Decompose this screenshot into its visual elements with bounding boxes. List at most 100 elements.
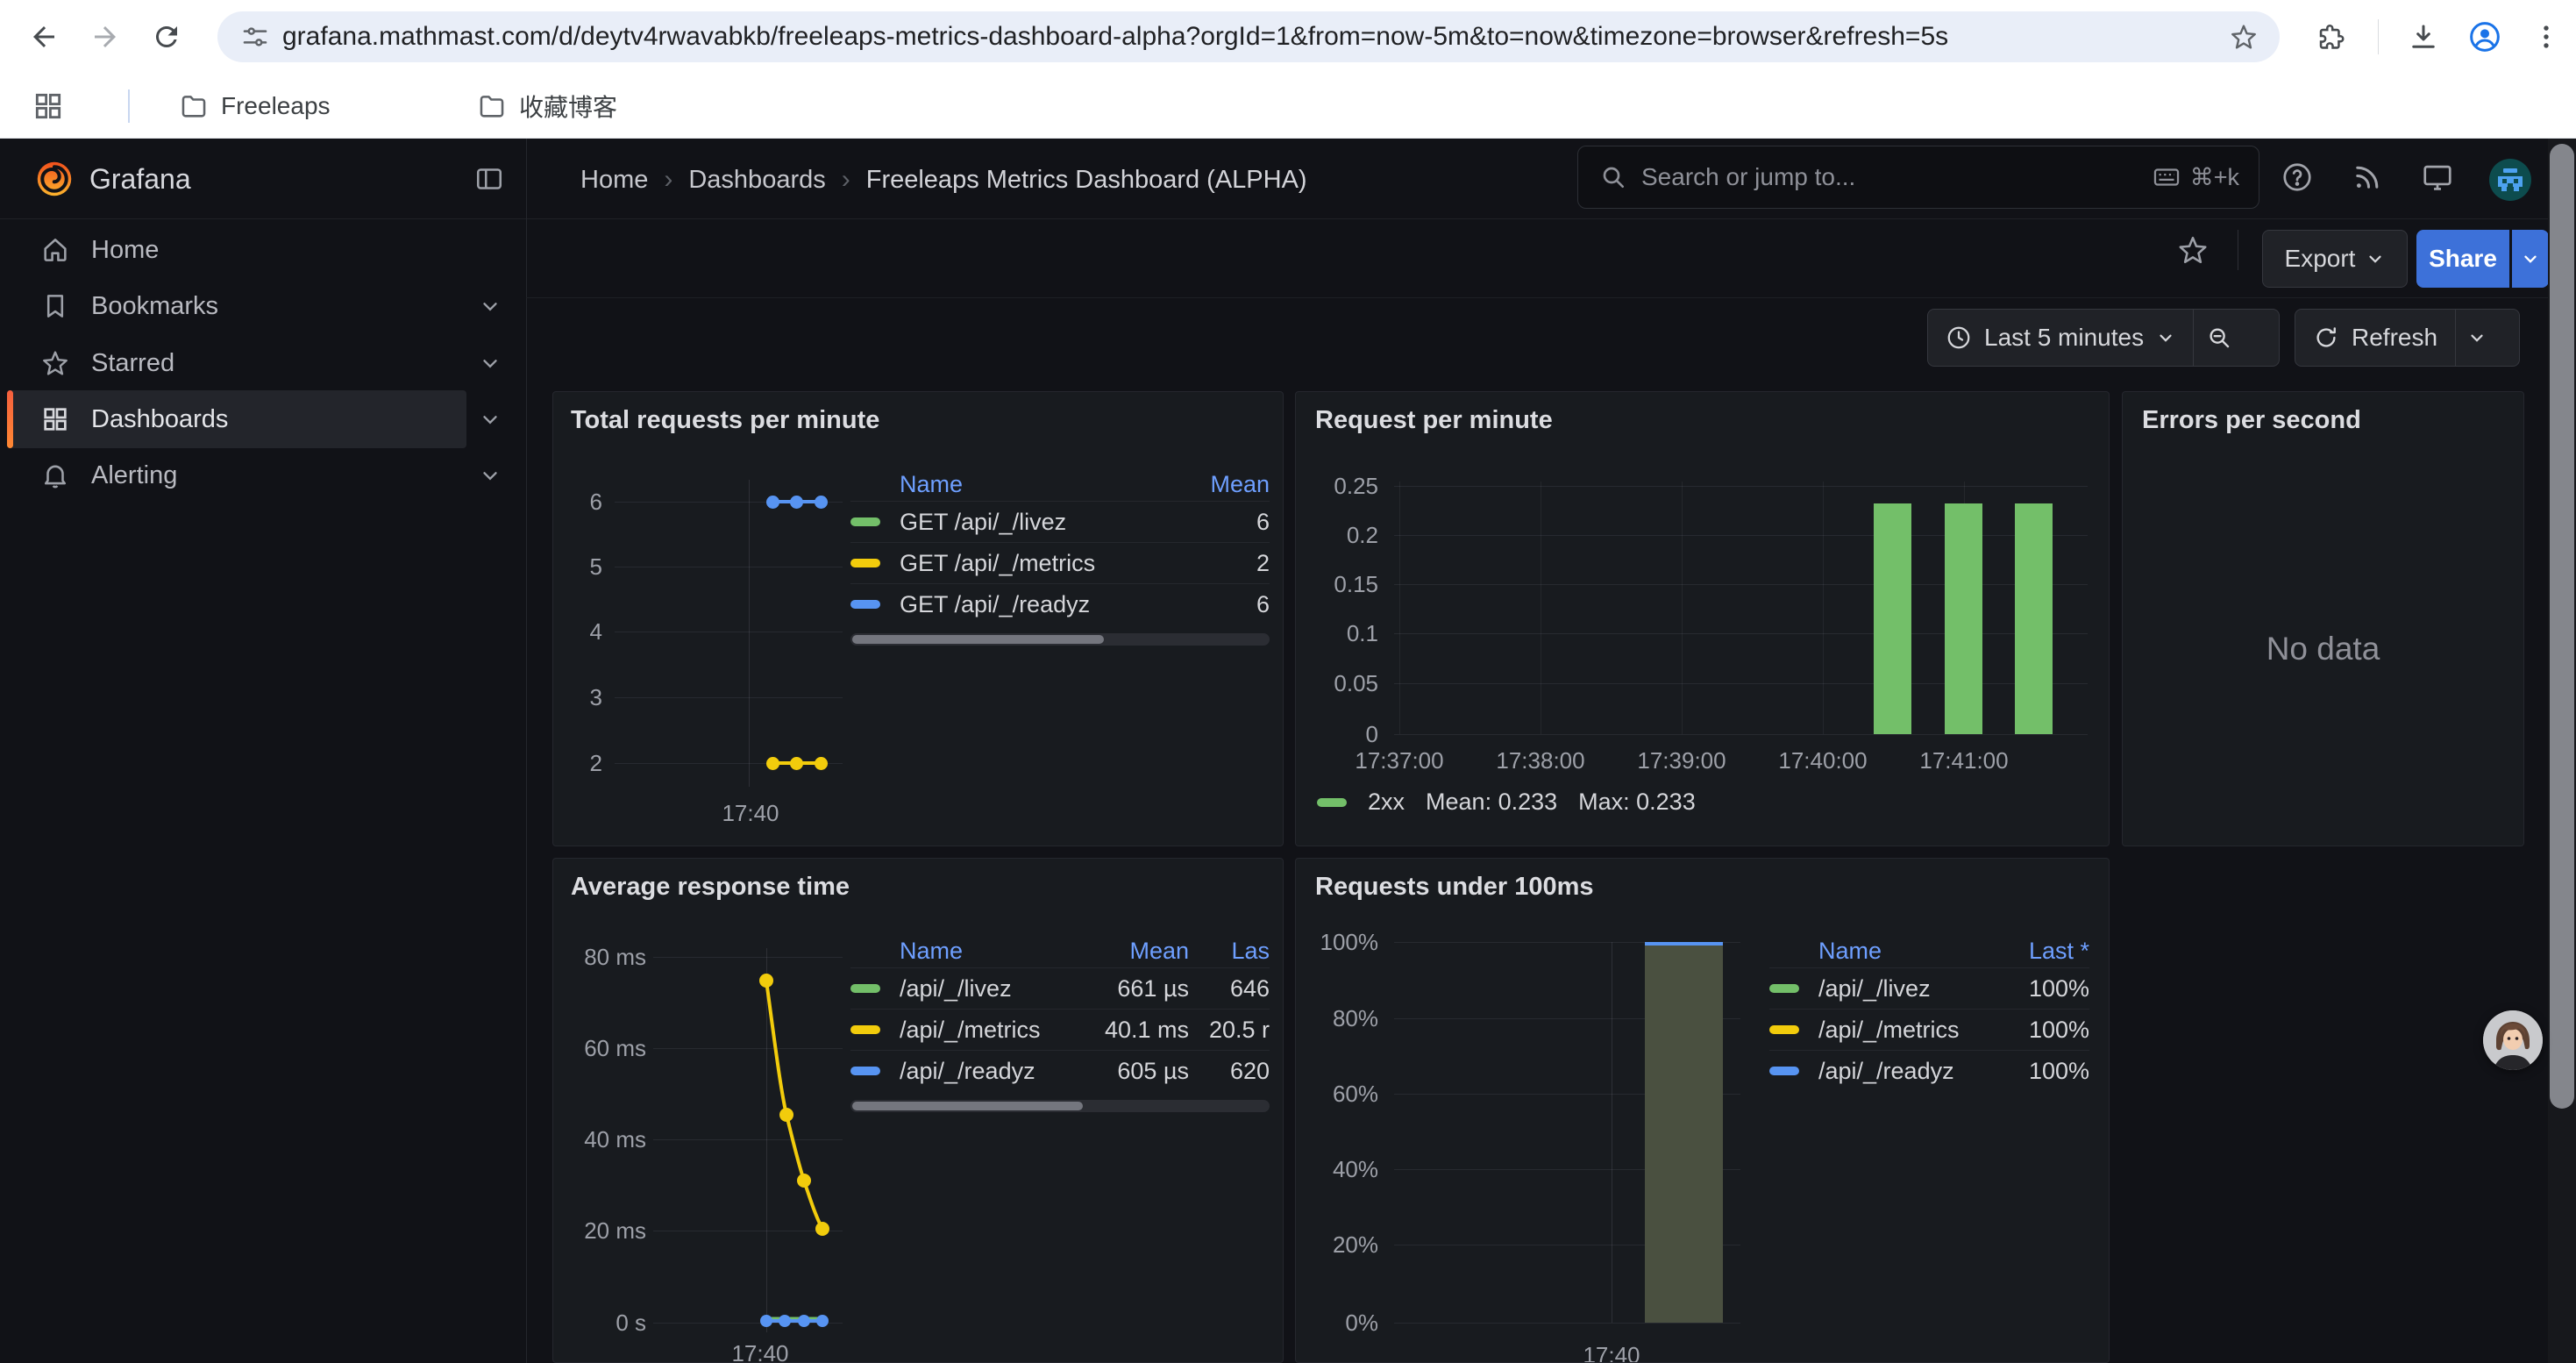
clock-icon — [1946, 325, 1972, 351]
search-input[interactable] — [1641, 163, 2152, 191]
legend-header-name[interactable]: Name — [1818, 938, 1993, 965]
series-name[interactable]: 2xx — [1368, 789, 1405, 816]
legend-row[interactable]: /api/_/readyz 605 µs 620 — [850, 1050, 1270, 1091]
omnibox[interactable] — [217, 11, 2280, 62]
legend-row[interactable]: /api/_/metrics 40.1 ms 20.5 r — [850, 1009, 1270, 1050]
rss-icon[interactable] — [2341, 151, 2394, 203]
legend-header: Name Mean Las — [850, 934, 1270, 967]
bookmark-label: Freeleaps — [221, 92, 331, 120]
series-last: 20.5 r — [1189, 1017, 1270, 1044]
chevron-down-icon — [2366, 249, 2385, 268]
bookmark-star-icon[interactable] — [2229, 22, 2259, 52]
gridline — [749, 480, 750, 787]
y-tick: 3 — [567, 683, 602, 711]
export-button[interactable]: Export — [2262, 230, 2408, 288]
series-swatch — [1769, 984, 1799, 993]
apps-grid-icon[interactable] — [32, 89, 65, 123]
scrollbar-thumb[interactable] — [2550, 144, 2574, 1109]
legend-header-mean[interactable]: Mean — [1057, 938, 1189, 965]
x-tick: 17:40 — [708, 1340, 813, 1363]
sidebar-item-bookmarks[interactable]: Bookmarks — [0, 278, 526, 334]
series-swatch — [1769, 1067, 1799, 1075]
panel-title[interactable]: Total requests per minute — [571, 406, 879, 435]
series-mean: 2 — [1173, 550, 1270, 577]
series-last: 100% — [1993, 1058, 2089, 1085]
y-tick: 80% — [1299, 1004, 1378, 1032]
sidebar-item-label: Home — [91, 236, 159, 265]
legend-row[interactable]: GET /api/_/metrics 2 — [850, 542, 1270, 583]
page-scrollbar[interactable] — [2548, 139, 2576, 1363]
legend-row[interactable]: GET /api/_/readyz 6 — [850, 583, 1270, 624]
bookmark-folder-freeleaps[interactable]: Freeleaps — [165, 84, 345, 128]
downloads-icon[interactable] — [2399, 12, 2448, 61]
time-range-label: Last 5 minutes — [1984, 324, 2144, 352]
search-box[interactable]: ⌘+k — [1577, 146, 2259, 209]
sidebar-item-alerting[interactable]: Alerting — [0, 447, 526, 503]
series-swatch — [850, 600, 880, 609]
bookmark-folder-blogs[interactable]: 收藏博客 — [463, 84, 631, 128]
refresh-interval-button[interactable] — [2456, 310, 2498, 366]
extensions-icon[interactable] — [2306, 12, 2355, 61]
favorite-star-icon[interactable] — [2176, 233, 2210, 267]
chevron-down-icon[interactable] — [479, 464, 502, 487]
share-button[interactable]: Share — [2416, 230, 2509, 288]
y-tick: 0.2 — [1308, 521, 1378, 549]
legend-table: Name Last * /api/_/livez 100% /api/_/met… — [1769, 934, 2089, 1091]
monitor-icon[interactable] — [2411, 151, 2464, 203]
browser-menu-icon[interactable] — [2522, 12, 2571, 61]
profile-icon[interactable] — [2460, 12, 2509, 61]
y-tick: 100% — [1299, 928, 1378, 956]
legend-row[interactable]: /api/_/livez 100% — [1769, 967, 2089, 1009]
data-point — [790, 496, 803, 509]
chevron-right-icon: › — [648, 165, 688, 195]
panel-title[interactable]: Errors per second — [2142, 406, 2361, 435]
data-point — [815, 496, 828, 509]
url-bar[interactable] — [282, 22, 2229, 52]
brand-name[interactable]: Grafana — [89, 163, 191, 196]
sidebar-item-starred[interactable]: Starred — [0, 335, 526, 391]
site-settings-icon[interactable] — [240, 22, 270, 52]
legend-row[interactable]: /api/_/readyz 100% — [1769, 1050, 2089, 1091]
x-tick: 17:40 — [1559, 1342, 1664, 1363]
bookmarks-divider — [128, 89, 130, 123]
x-tick: 17:40:00 — [1753, 747, 1893, 774]
screen: Freeleaps 收藏博客 Grafana Home › — [0, 0, 2576, 1363]
legend-scrollbar[interactable] — [850, 1100, 1270, 1112]
chevron-down-icon[interactable] — [479, 295, 502, 318]
refresh-group: Refresh — [2295, 309, 2520, 367]
refresh-button[interactable]: Refresh — [2295, 310, 2455, 366]
y-tick: 0.05 — [1308, 669, 1378, 697]
breadcrumb-home[interactable]: Home — [580, 166, 648, 195]
share-dropdown-button[interactable] — [2512, 230, 2549, 288]
floating-avatar[interactable] — [2483, 1010, 2543, 1070]
forward-icon[interactable] — [81, 12, 130, 61]
legend-row[interactable]: /api/_/metrics 100% — [1769, 1009, 2089, 1050]
series-last: 100% — [1993, 1017, 2089, 1044]
legend-scrollbar[interactable] — [850, 633, 1270, 646]
legend-row[interactable]: /api/_/livez 661 µs 646 — [850, 967, 1270, 1009]
legend-header-mean[interactable]: Mean — [1173, 471, 1270, 498]
chevron-down-icon[interactable] — [479, 352, 502, 375]
sidebar-toggle-icon[interactable] — [473, 163, 505, 195]
breadcrumb-dashboards[interactable]: Dashboards — [688, 166, 825, 195]
sidebar-divider — [526, 139, 527, 1363]
chevron-down-icon — [2467, 328, 2487, 347]
zoom-out-button[interactable] — [2194, 310, 2245, 366]
gridline — [1394, 535, 2088, 536]
back-icon[interactable] — [19, 12, 68, 61]
legend-header-last[interactable]: Last * — [1993, 938, 2089, 965]
panel-title[interactable]: Requests under 100ms — [1315, 873, 1594, 902]
legend-header-name[interactable]: Name — [900, 471, 1173, 498]
time-range-picker[interactable]: Last 5 minutes — [1928, 310, 2193, 366]
sidebar-item-home[interactable]: Home — [0, 222, 526, 278]
legend-header-last[interactable]: Las — [1189, 938, 1270, 965]
panel-title[interactable]: Request per minute — [1315, 406, 1553, 435]
legend-row[interactable]: GET /api/_/livez 6 — [850, 501, 1270, 542]
reload-icon[interactable] — [142, 12, 191, 61]
grafana-logo[interactable] — [35, 160, 74, 198]
help-icon[interactable] — [2271, 151, 2323, 203]
sidebar-item-dashboards[interactable]: Dashboards — [0, 391, 526, 447]
legend-header-name[interactable]: Name — [900, 938, 1057, 965]
user-avatar[interactable] — [2488, 158, 2532, 202]
chevron-down-icon[interactable] — [479, 408, 502, 431]
